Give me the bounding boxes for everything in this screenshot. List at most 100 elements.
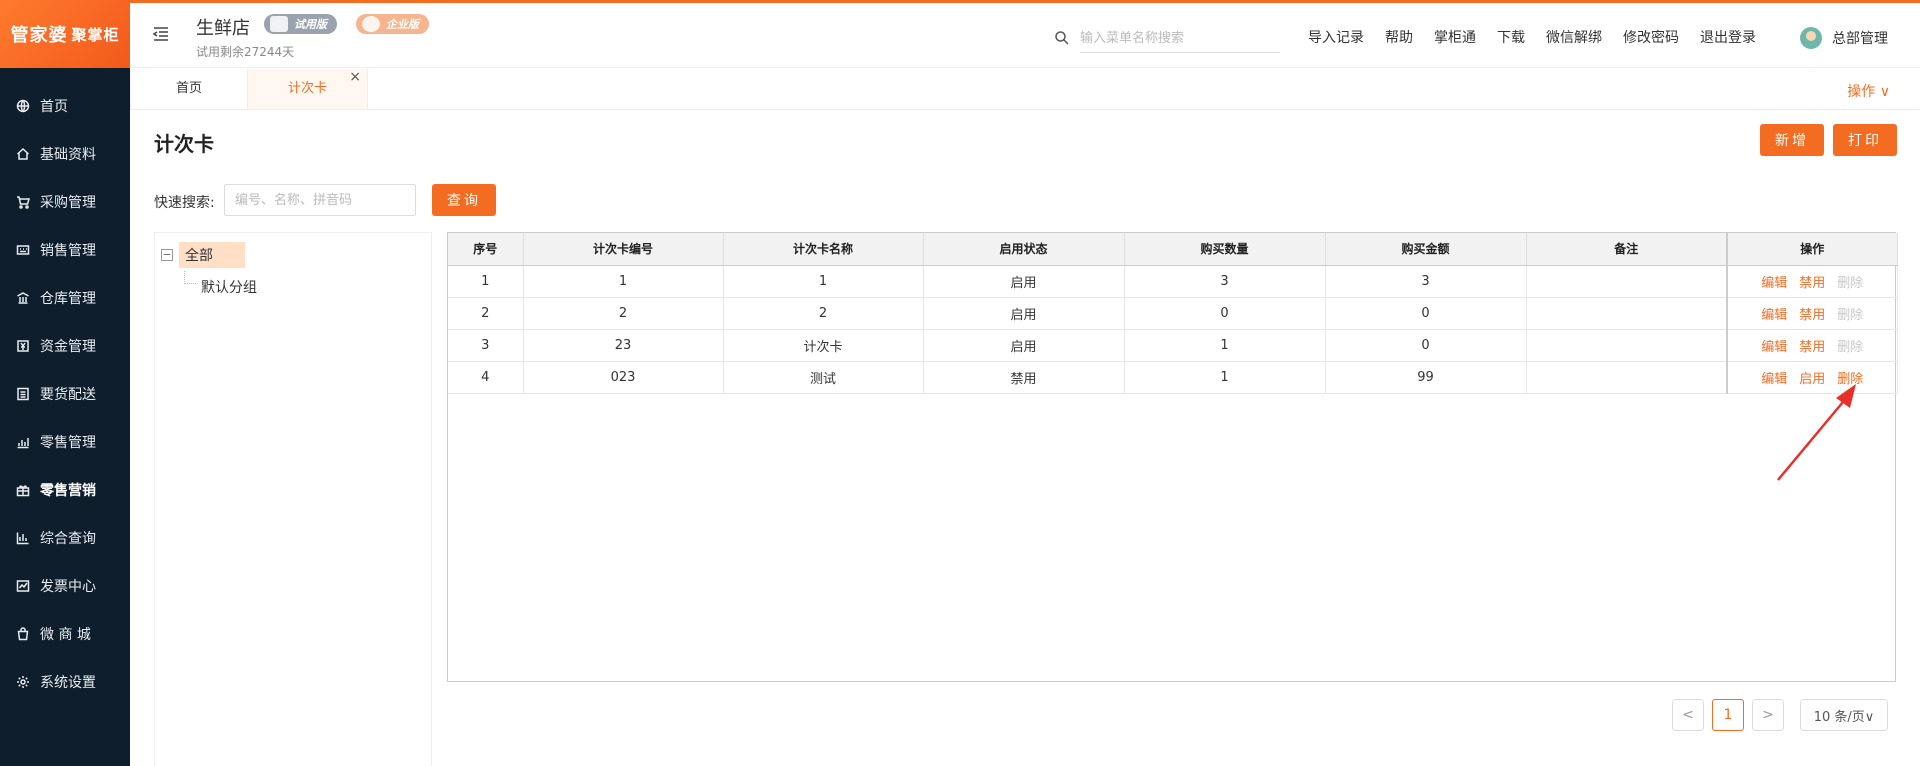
- add-button[interactable]: 新增: [1760, 124, 1824, 156]
- avatar[interactable]: [1800, 27, 1822, 49]
- sidebar: 管家婆 聚掌柜 首页 基础资料采购管理销售管理 仓库管理 资金管理 要货配送零售管理零售…: [0, 0, 130, 766]
- cell-code: 023: [523, 361, 724, 394]
- prev-page-button[interactable]: <: [1672, 699, 1704, 731]
- tree-node-all[interactable]: − 全部: [161, 242, 245, 268]
- table-row[interactable]: 2 2 2 启用 0 0 编辑 禁用 删除: [448, 297, 1898, 330]
- edit-button[interactable]: 编辑: [1761, 272, 1787, 291]
- column-header[interactable]: 操作: [1726, 233, 1898, 266]
- top-link-3[interactable]: 掌柜通: [1434, 27, 1476, 47]
- edit-button[interactable]: 编辑: [1761, 368, 1787, 387]
- cell-name: 2: [723, 297, 924, 330]
- sidebar-menu: 首页 基础资料采购管理销售管理 仓库管理 资金管理 要货配送零售管理零售营销综合查询发票…: [0, 82, 130, 706]
- top-link-6[interactable]: 修改密码: [1623, 27, 1679, 47]
- top-link-5[interactable]: 微信解绑: [1546, 27, 1602, 47]
- logo-text: 管家婆: [10, 25, 68, 46]
- tab-count-card[interactable]: 计次卡 ×: [248, 69, 368, 109]
- brand-logo[interactable]: 管家婆 聚掌柜: [0, 0, 130, 68]
- user-menu[interactable]: 总部管理: [1800, 27, 1888, 49]
- toggle-status-button[interactable]: 禁用: [1799, 272, 1825, 291]
- collapse-toggle-icon[interactable]: −: [161, 249, 173, 261]
- menu-search-input[interactable]: [1080, 25, 1280, 53]
- top-link-4[interactable]: 下载: [1497, 27, 1525, 47]
- sidebar-item-8[interactable]: 零售管理: [0, 418, 130, 466]
- tree-connector: [184, 271, 196, 284]
- enterprise-badge-label: 企业版: [386, 18, 419, 31]
- sidebar-item-label: 发票中心: [40, 579, 96, 595]
- column-header[interactable]: 购买数量: [1124, 233, 1326, 266]
- search-icon[interactable]: [1054, 30, 1070, 46]
- tabs-bar: 首页 计次卡 × 操作 ∨: [130, 69, 1920, 110]
- sidebar-item-2[interactable]: 基础资料: [0, 130, 130, 178]
- table-row[interactable]: 4 023 测试 禁用 1 99 编辑 启用 删除: [448, 361, 1898, 394]
- next-page-button[interactable]: >: [1752, 699, 1784, 731]
- sidebar-item-11[interactable]: 发票中心: [0, 562, 130, 610]
- column-header[interactable]: 计次卡名称: [723, 233, 924, 266]
- sidebar-item-6[interactable]: 资金管理: [0, 322, 130, 370]
- print-button[interactable]: 打印: [1833, 124, 1897, 156]
- table-row[interactable]: 3 23 计次卡 启用 1 0 编辑 禁用 删除: [448, 329, 1898, 362]
- column-header[interactable]: 序号: [448, 233, 524, 266]
- sidebar-item-10[interactable]: 综合查询: [0, 514, 130, 562]
- column-header[interactable]: 购买金额: [1325, 233, 1527, 266]
- tree-node-default-group[interactable]: 默认分组: [201, 277, 257, 297]
- bank-icon: [16, 291, 30, 305]
- page-size-select[interactable]: 10 条/页∨: [1800, 699, 1888, 731]
- quick-search-input[interactable]: [224, 184, 416, 216]
- gear-icon: [16, 675, 30, 689]
- sidebar-item-7[interactable]: 要货配送: [0, 370, 130, 418]
- monitor-icon: [270, 16, 288, 32]
- edit-button[interactable]: 编辑: [1761, 336, 1787, 355]
- column-header[interactable]: 计次卡编号: [523, 233, 724, 266]
- sidebar-item-label: 零售管理: [40, 435, 96, 451]
- operations-dropdown[interactable]: 操作 ∨: [1847, 81, 1890, 101]
- cell-status: 禁用: [923, 361, 1125, 394]
- cell-code: 2: [523, 297, 724, 330]
- trial-badge-label: 试用版: [294, 18, 327, 31]
- cell-name: 计次卡: [723, 329, 924, 362]
- sidebar-item-3[interactable]: 采购管理: [0, 178, 130, 226]
- top-bar: 生鲜店 试用版 企业版 试用剩余27244天 导入记录 帮助 掌柜通 下载 微信解绑 修改…: [130, 0, 1920, 68]
- cell-status: 启用: [923, 329, 1125, 362]
- sidebar-item-label: 采购管理: [40, 195, 96, 211]
- toggle-status-button[interactable]: 禁用: [1799, 336, 1825, 355]
- sidebar-item-4[interactable]: 销售管理: [0, 226, 130, 274]
- tree-node-all-label[interactable]: 全部: [179, 242, 245, 268]
- cell-remark: [1526, 265, 1728, 298]
- toggle-status-button[interactable]: 禁用: [1799, 304, 1825, 323]
- page-1-button[interactable]: 1: [1712, 699, 1744, 731]
- column-header[interactable]: 备注: [1526, 233, 1728, 266]
- cell-remark: [1526, 297, 1728, 330]
- cell-name: 测试: [723, 361, 924, 394]
- cell-amount: 0: [1325, 297, 1527, 330]
- sidebar-item-label: 微 商 城: [40, 627, 91, 643]
- top-link-7[interactable]: 退出登录: [1700, 27, 1756, 47]
- top-link-1[interactable]: 导入记录: [1308, 27, 1364, 47]
- query-button[interactable]: 查询: [432, 184, 496, 216]
- sidebar-item-5[interactable]: 仓库管理: [0, 274, 130, 322]
- sidebar-item-1[interactable]: 首页: [0, 82, 130, 130]
- column-header[interactable]: 启用状态: [923, 233, 1125, 266]
- toggle-status-button[interactable]: 启用: [1799, 368, 1825, 387]
- count-card-table: 序号 计次卡编号 计次卡名称 启用状态 购买数量 购买金额 备注 操作 1 1 1 启用 3 3 编辑 禁用…: [447, 232, 1898, 682]
- close-icon[interactable]: ×: [349, 57, 361, 97]
- menu-collapse-icon[interactable]: [152, 25, 170, 43]
- cell-amount: 3: [1325, 265, 1527, 298]
- cart-icon: [16, 195, 30, 209]
- cell-seq: 4: [448, 361, 524, 394]
- top-link-2[interactable]: 帮助: [1385, 27, 1413, 47]
- sidebar-item-13[interactable]: 系统设置: [0, 658, 130, 706]
- edit-button[interactable]: 编辑: [1761, 304, 1787, 323]
- sidebar-item-label: 综合查询: [40, 531, 96, 547]
- sidebar-item-9[interactable]: 零售营销: [0, 466, 130, 514]
- cell-qty: 1: [1124, 329, 1326, 362]
- list-icon: [16, 387, 30, 401]
- tab-home[interactable]: 首页: [130, 69, 248, 109]
- delete-button: 删除: [1837, 275, 1864, 291]
- sidebar-item-12[interactable]: 微 商 城: [0, 610, 130, 658]
- table-row[interactable]: 1 1 1 启用 3 3 编辑 禁用 删除: [448, 265, 1898, 298]
- cell-actions: 编辑 禁用 删除: [1726, 329, 1898, 362]
- menu-search: [1054, 25, 1282, 53]
- enterprise-badge: 企业版: [356, 14, 429, 34]
- chart-icon: [16, 435, 30, 449]
- delete-button[interactable]: 删除: [1837, 368, 1863, 387]
